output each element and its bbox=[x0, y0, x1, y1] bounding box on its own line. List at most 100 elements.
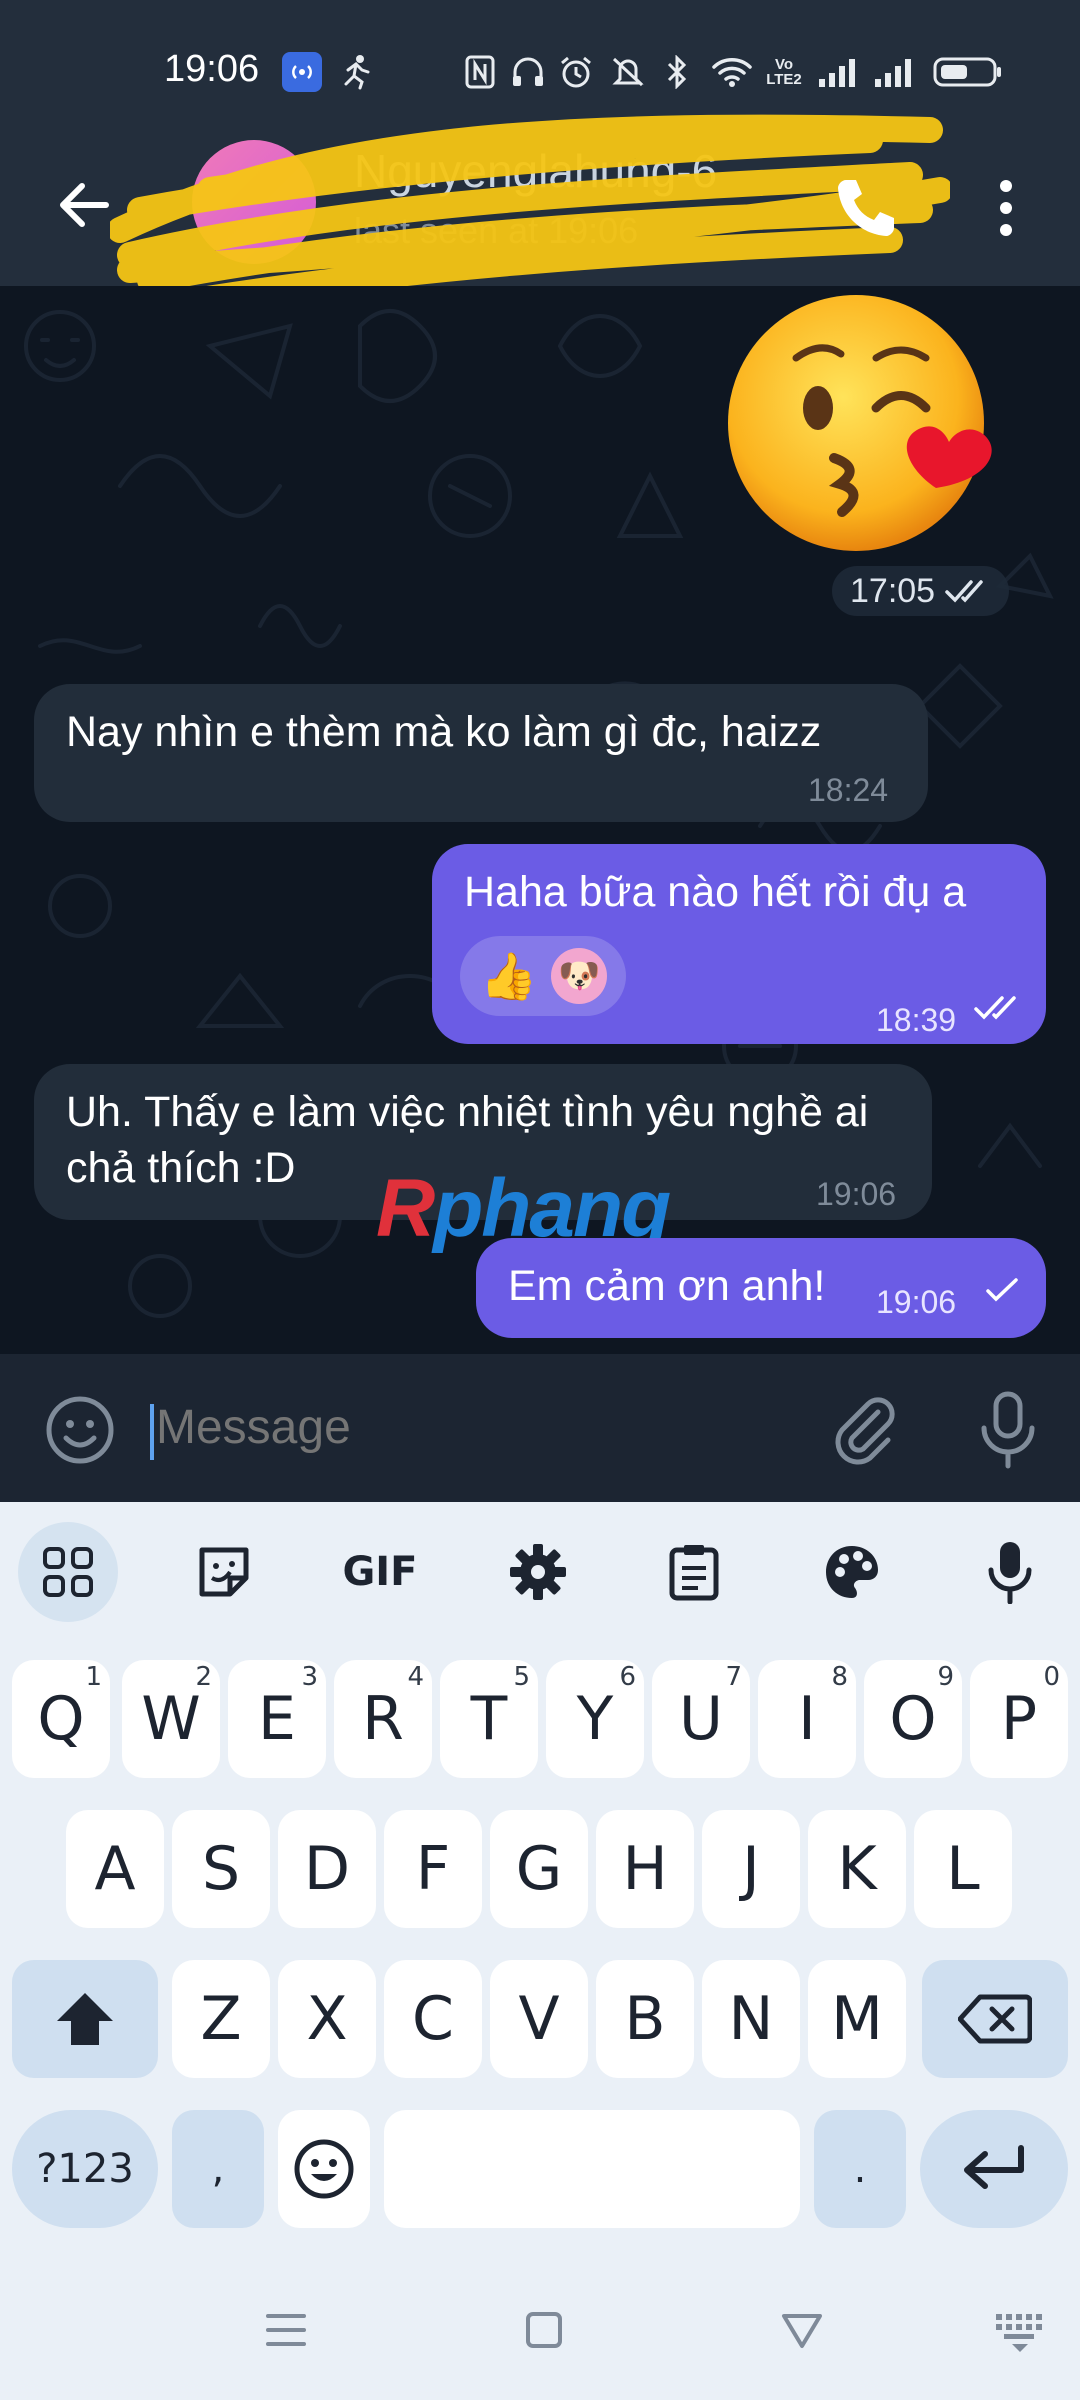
check-icon bbox=[986, 1278, 1018, 1302]
double-check-icon bbox=[945, 580, 983, 603]
keyboard-hide-icon[interactable] bbox=[990, 2300, 1050, 2360]
message-text: Em cảm ơn anh! bbox=[508, 1262, 826, 1310]
message-time: 18:39 bbox=[876, 1002, 957, 1038]
key-k[interactable]: K bbox=[808, 1810, 906, 1928]
key-hint: 9 bbox=[937, 1662, 954, 1692]
headphones-icon bbox=[508, 52, 548, 92]
palette-icon[interactable] bbox=[802, 1522, 902, 1622]
key-x[interactable]: X bbox=[278, 1960, 376, 2078]
key-label: P bbox=[1000, 1684, 1038, 1754]
key-e[interactable]: E3 bbox=[228, 1660, 326, 1778]
back-nav-icon[interactable] bbox=[772, 2300, 832, 2360]
key-r[interactable]: R4 bbox=[334, 1660, 432, 1778]
key-hint: 5 bbox=[513, 1662, 530, 1692]
phone-call-icon[interactable] bbox=[826, 170, 902, 246]
message-text: Haha bữa nào hết rồi đụ a bbox=[464, 868, 967, 916]
status-bar: 19:06 Vo LTE2 bbox=[0, 0, 1080, 140]
sticker-time: 17:05 bbox=[850, 571, 936, 610]
contact-name[interactable]: Nguyenglahung-6 bbox=[354, 144, 717, 198]
more-options-icon[interactable] bbox=[976, 170, 1036, 246]
key-i[interactable]: I8 bbox=[758, 1660, 856, 1778]
key-label: E bbox=[258, 1684, 296, 1754]
message-input[interactable] bbox=[156, 1400, 776, 1455]
avatar[interactable] bbox=[192, 140, 316, 264]
key-d[interactable]: D bbox=[278, 1810, 376, 1928]
key-b[interactable]: B bbox=[596, 1960, 694, 2078]
chat-header: Nguyenglahung-6 last seen at 19:06 bbox=[0, 114, 1080, 318]
watermark-first-letter: R bbox=[376, 1163, 435, 1254]
sticker-timestamp: 17:05 bbox=[832, 566, 1010, 616]
attach-icon[interactable] bbox=[826, 1392, 902, 1468]
key-label: I bbox=[798, 1684, 816, 1754]
key-label: R bbox=[362, 1684, 404, 1754]
key-hint: 7 bbox=[725, 1662, 742, 1692]
navigation-bar bbox=[0, 2250, 1080, 2400]
key-g[interactable]: G bbox=[490, 1810, 588, 1928]
symbols-key[interactable]: ?123 bbox=[12, 2110, 158, 2228]
key-t[interactable]: T5 bbox=[440, 1660, 538, 1778]
clipboard-icon[interactable] bbox=[644, 1522, 744, 1622]
message-bubble-outgoing[interactable]: Em cảm ơn anh! 19:06 bbox=[476, 1238, 1046, 1338]
status-time: 19:06 bbox=[164, 48, 260, 90]
settings-icon[interactable] bbox=[488, 1522, 588, 1622]
apps-grid-icon[interactable] bbox=[18, 1522, 118, 1622]
emoji-key[interactable] bbox=[278, 2110, 370, 2228]
key-label: Y bbox=[576, 1684, 614, 1754]
running-icon bbox=[336, 52, 376, 92]
key-f[interactable]: F bbox=[384, 1810, 482, 1928]
key-a[interactable]: A bbox=[66, 1810, 164, 1928]
emoji-icon[interactable] bbox=[44, 1394, 116, 1466]
key-v[interactable]: V bbox=[490, 1960, 588, 2078]
key-l[interactable]: L bbox=[914, 1810, 1012, 1928]
key-p[interactable]: P0 bbox=[970, 1660, 1068, 1778]
reaction-bar[interactable]: 👍 🐶 bbox=[460, 936, 626, 1016]
back-arrow-icon[interactable] bbox=[50, 170, 120, 240]
voice-message-icon[interactable] bbox=[972, 1390, 1044, 1470]
spacebar[interactable] bbox=[384, 2110, 800, 2228]
key-s[interactable]: S bbox=[172, 1810, 270, 1928]
bluetooth-icon bbox=[662, 52, 692, 92]
sticker-icon[interactable] bbox=[174, 1522, 274, 1622]
nfc-icon bbox=[462, 52, 498, 92]
menu-nav-icon[interactable] bbox=[256, 2300, 316, 2360]
keyboard-mic-icon[interactable] bbox=[960, 1522, 1060, 1622]
key-hint: 6 bbox=[619, 1662, 636, 1692]
key-hint: 0 bbox=[1043, 1662, 1060, 1692]
key-j[interactable]: J bbox=[702, 1810, 800, 1928]
message-bubble-outgoing[interactable]: Haha bữa nào hết rồi đụ a 👍 🐶 18:39 bbox=[432, 844, 1046, 1044]
gif-button[interactable]: GIF bbox=[330, 1522, 430, 1622]
key-hint: 3 bbox=[301, 1662, 318, 1692]
period-key[interactable]: . bbox=[814, 2110, 906, 2228]
key-y[interactable]: Y6 bbox=[546, 1660, 644, 1778]
key-n[interactable]: N bbox=[702, 1960, 800, 2078]
message-text: Nay nhìn e thèm mà ko làm gì đc, haizz bbox=[66, 708, 822, 756]
signal-icon bbox=[870, 52, 916, 92]
key-u[interactable]: U7 bbox=[652, 1660, 750, 1778]
key-label: T bbox=[470, 1684, 508, 1754]
comma-key[interactable]: , bbox=[172, 2110, 264, 2228]
dog-reaction[interactable]: 🐶 bbox=[551, 948, 608, 1004]
shift-key[interactable] bbox=[12, 1960, 158, 2078]
message-time: 19:06 bbox=[816, 1176, 897, 1212]
key-c[interactable]: C bbox=[384, 1960, 482, 2078]
key-label: Q bbox=[37, 1684, 85, 1754]
message-bubble-incoming[interactable]: Nay nhìn e thèm mà ko làm gì đc, haizz 1… bbox=[34, 684, 928, 822]
message-time: 19:06 bbox=[876, 1284, 957, 1320]
backspace-key[interactable] bbox=[922, 1960, 1068, 2078]
chat-area[interactable]: 17:05 Nay nhìn e thèm mà ko làm gì đc, h… bbox=[0, 286, 1080, 1354]
key-w[interactable]: W2 bbox=[122, 1660, 220, 1778]
enter-key[interactable] bbox=[920, 2110, 1068, 2228]
home-nav-icon[interactable] bbox=[514, 2300, 574, 2360]
key-label: W bbox=[141, 1684, 201, 1754]
key-label: O bbox=[889, 1684, 937, 1754]
alarm-icon bbox=[556, 52, 596, 92]
key-z[interactable]: Z bbox=[172, 1960, 270, 2078]
key-o[interactable]: O9 bbox=[864, 1660, 962, 1778]
thumbs-up-reaction[interactable]: 👍 bbox=[480, 948, 537, 1004]
key-q[interactable]: Q1 bbox=[12, 1660, 110, 1778]
kiss-face-sticker[interactable] bbox=[726, 288, 1006, 568]
key-m[interactable]: M bbox=[808, 1960, 906, 2078]
key-h[interactable]: H bbox=[596, 1810, 694, 1928]
wifi-icon bbox=[710, 52, 754, 92]
battery-icon bbox=[932, 52, 1004, 92]
